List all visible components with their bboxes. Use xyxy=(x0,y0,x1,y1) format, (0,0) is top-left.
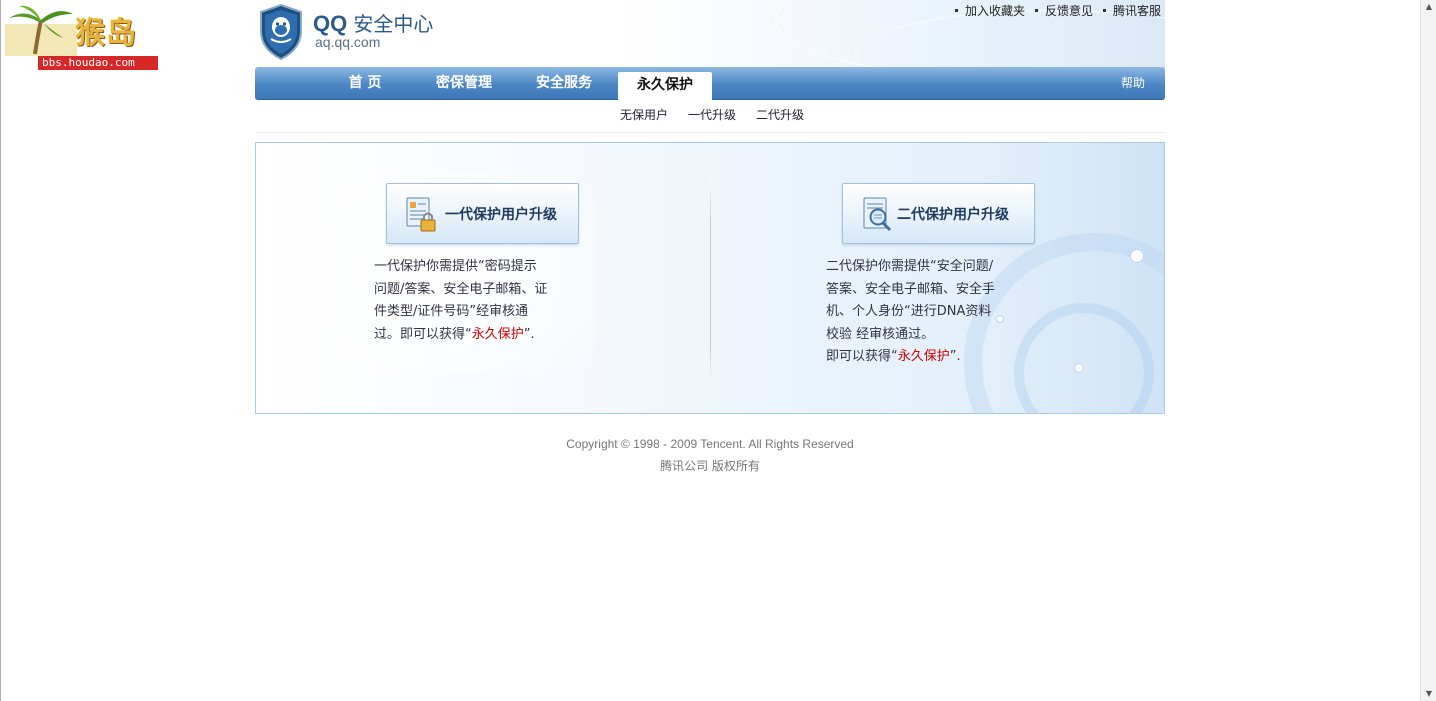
gen2-desc-tail-suffix: ”. xyxy=(949,349,961,364)
gen1-desc-line: 问题/答案、安全电子邮箱、证 xyxy=(374,281,548,297)
gen1-desc-tail-prefix: 过。即可以获得“ xyxy=(374,326,472,342)
gen1-desc-line: 件类型/证件号码”经审核通 xyxy=(374,304,529,319)
vertical-scrollbar[interactable]: ▲ ▼ xyxy=(1420,0,1436,701)
forum-watermark-logo: 猴岛 bbs.houdao.com xyxy=(5,4,158,70)
nav-security-management[interactable]: 密保管理 xyxy=(423,67,505,100)
gen2-description: 二代保护你需提供“安全问题/ 答案、安全电子邮箱、安全手 机、个人身份“进行DN… xyxy=(826,256,1026,369)
site-title-qq: QQ xyxy=(313,11,348,36)
site-domain: aq.qq.com xyxy=(315,34,381,50)
nav-permanent-protection[interactable]: 永久保护 xyxy=(618,72,712,100)
gen2-desc-line: 机、个人身份“进行DNA资料 xyxy=(826,304,992,319)
subnav-unprotected-users[interactable]: 无保用户 xyxy=(620,106,668,123)
window-left-edge xyxy=(0,0,1,701)
gen1-description: 一代保护你需提供“密码提示 问题/答案、安全电子邮箱、证 件类型/证件号码”经审… xyxy=(374,256,574,346)
sub-nav: 无保用户 一代升级 二代升级 xyxy=(620,106,804,123)
upgrade-panel: 一代保护用户升级 一代保护你需提供“密码提示 问题/答案、安全电子邮箱、证 件类… xyxy=(255,142,1165,414)
nav-home[interactable]: 首 页 xyxy=(327,67,403,100)
gen2-permanent-protection-highlight: 永久保护 xyxy=(897,349,950,364)
panel-center-divider xyxy=(710,178,711,388)
panel-bubble xyxy=(1130,249,1144,263)
subnav-gen2-upgrade[interactable]: 二代升级 xyxy=(756,106,804,123)
gen2-desc-line: 即可以获得“永久保护”. xyxy=(826,346,1026,369)
watermark-title: 猴岛 xyxy=(75,16,137,51)
gen2-desc-tail-prefix: 即可以获得“ xyxy=(826,349,898,364)
document-lock-icon xyxy=(406,197,436,232)
gen1-desc-line: 过。即可以获得“永久保护”. xyxy=(374,324,574,347)
scroll-up-arrow-icon[interactable]: ▲ xyxy=(1423,1,1435,13)
gen1-desc-tail-suffix: ”. xyxy=(523,326,535,342)
site-title-cn: 安全中心 xyxy=(353,12,434,36)
customer-service-link[interactable]: 腾讯客服 xyxy=(1101,2,1161,19)
feedback-link[interactable]: 反馈意见 xyxy=(1033,2,1093,19)
gen2-upgrade-label: 二代保护用户升级 xyxy=(897,207,1009,223)
footer-copyright: Copyright © 1998 - 2009 Tencent. All Rig… xyxy=(566,437,854,451)
gen2-desc-line: 校验 经审核通过。 xyxy=(826,326,935,342)
palm-tree-icon xyxy=(5,5,77,56)
subnav-divider xyxy=(255,132,1165,133)
gen1-upgrade-button[interactable]: 一代保护用户升级 xyxy=(386,183,579,244)
site-header: QQ 安全中心 aq.qq.com 加入收藏夹 反馈意见 腾讯客服 xyxy=(255,0,1165,68)
watermark-url: bbs.houdao.com xyxy=(38,56,158,70)
qq-shield-logo-icon[interactable] xyxy=(257,3,305,61)
nav-security-services[interactable]: 安全服务 xyxy=(523,67,605,100)
site-title[interactable]: QQ 安全中心 xyxy=(313,8,433,37)
gen2-upgrade-button[interactable]: 二代保护用户升级 xyxy=(842,183,1035,244)
top-links: 加入收藏夹 反馈意见 腾讯客服 xyxy=(953,2,1161,19)
footer-company: 腾讯公司 版权所有 xyxy=(660,459,760,473)
subnav-gen1-upgrade[interactable]: 一代升级 xyxy=(688,106,736,123)
scroll-down-arrow-icon[interactable]: ▼ xyxy=(1423,688,1435,700)
gen2-desc-line: 答案、安全电子邮箱、安全手 xyxy=(826,281,996,297)
gen1-upgrade-label: 一代保护用户升级 xyxy=(445,207,557,223)
nav-help-link[interactable]: 帮助 xyxy=(1121,67,1145,100)
main-nav: 首 页 密保管理 安全服务 永久保护 帮助 xyxy=(255,67,1165,100)
gen2-desc-line: 二代保护你需提供“安全问题/ xyxy=(826,259,994,274)
add-favorites-link[interactable]: 加入收藏夹 xyxy=(953,2,1025,19)
gen1-desc-line: 一代保护你需提供“密码提示 xyxy=(374,259,537,274)
gen1-permanent-protection-highlight: 永久保护 xyxy=(471,326,524,342)
document-magnifier-icon xyxy=(863,197,892,232)
panel-bubble xyxy=(1074,363,1084,373)
